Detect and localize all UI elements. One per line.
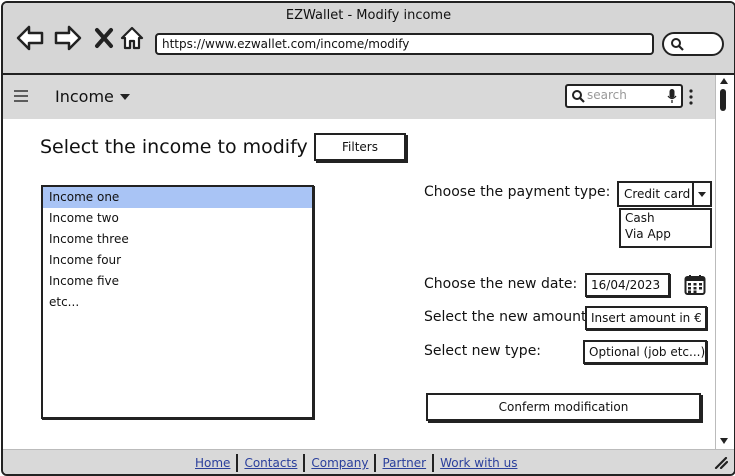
chevron-down-icon[interactable]	[119, 93, 131, 101]
footer-links: Home Contacts Company Partner Work with us	[189, 454, 523, 472]
payment-type-label: Choose the payment type:	[424, 184, 611, 200]
resize-grip-icon[interactable]	[714, 457, 728, 469]
list-item[interactable]: Income five	[43, 271, 312, 292]
date-field[interactable]: 16/04/2023	[585, 273, 670, 297]
home-icon[interactable]	[117, 23, 147, 53]
section-heading: Select the income to modify	[40, 136, 308, 158]
payment-type-value: Credit card	[624, 187, 691, 201]
payment-type-options: Cash Via App	[619, 208, 712, 248]
browser-window: EZWallet - Modify income https://www.ezw…	[1, 1, 735, 476]
amount-label: Select the new amount:	[424, 309, 592, 325]
vertical-scrollbar[interactable]	[715, 75, 732, 449]
calendar-icon[interactable]	[684, 274, 706, 296]
dropdown-option[interactable]: Cash	[621, 210, 710, 226]
back-arrow-icon[interactable]	[15, 23, 45, 53]
browser-search-field[interactable]	[662, 32, 724, 56]
search-placeholder: search	[587, 88, 627, 102]
footer-link[interactable]: Partner	[376, 456, 432, 470]
page-title[interactable]: Income	[55, 87, 114, 106]
close-icon[interactable]	[89, 23, 119, 53]
list-item[interactable]: Income four	[43, 250, 312, 271]
browser-toolbar: EZWallet - Modify income https://www.ezw…	[3, 3, 734, 75]
scroll-up-arrow-icon[interactable]	[719, 77, 729, 85]
search-icon	[572, 90, 585, 103]
footer-link[interactable]: Home	[189, 456, 236, 470]
income-list[interactable]: Income one Income two Income three Income f…	[41, 185, 314, 419]
confirm-modification-button[interactable]: Conferm modification	[426, 393, 701, 421]
microphone-icon[interactable]	[667, 88, 677, 104]
dropdown-arrow-icon[interactable]	[692, 183, 710, 205]
list-item[interactable]: etc...	[43, 292, 312, 313]
footer: Home Contacts Company Partner Work with us	[3, 449, 734, 474]
search-input[interactable]: search	[565, 84, 683, 108]
amount-field[interactable]: Insert amount in €	[585, 306, 707, 330]
more-options-icon[interactable]	[688, 89, 694, 105]
scroll-thumb[interactable]	[720, 89, 726, 111]
list-item[interactable]: Income one	[43, 187, 312, 208]
list-item[interactable]: Income three	[43, 229, 312, 250]
footer-link[interactable]: Work with us	[434, 456, 523, 470]
payment-type-select[interactable]: Credit card	[617, 181, 712, 207]
forward-arrow-icon[interactable]	[53, 23, 83, 53]
filters-button[interactable]: Filters	[314, 133, 406, 161]
scroll-down-arrow-icon[interactable]	[719, 437, 729, 445]
app-header: Income search	[3, 75, 715, 119]
window-title: EZWallet - Modify income	[285, 8, 452, 23]
url-bar[interactable]: https://www.ezwallet.com/income/modify	[155, 33, 654, 55]
type-label: Select new type:	[424, 343, 542, 359]
footer-link[interactable]: Company	[305, 456, 374, 470]
dropdown-option[interactable]: Via App	[621, 226, 710, 242]
type-field[interactable]: Optional (job etc...)	[583, 340, 707, 364]
search-icon	[671, 38, 684, 51]
list-item[interactable]: Income two	[43, 208, 312, 229]
footer-link[interactable]: Contacts	[238, 456, 303, 470]
date-label: Choose the new date:	[424, 276, 578, 292]
hamburger-menu-icon[interactable]	[13, 88, 29, 104]
